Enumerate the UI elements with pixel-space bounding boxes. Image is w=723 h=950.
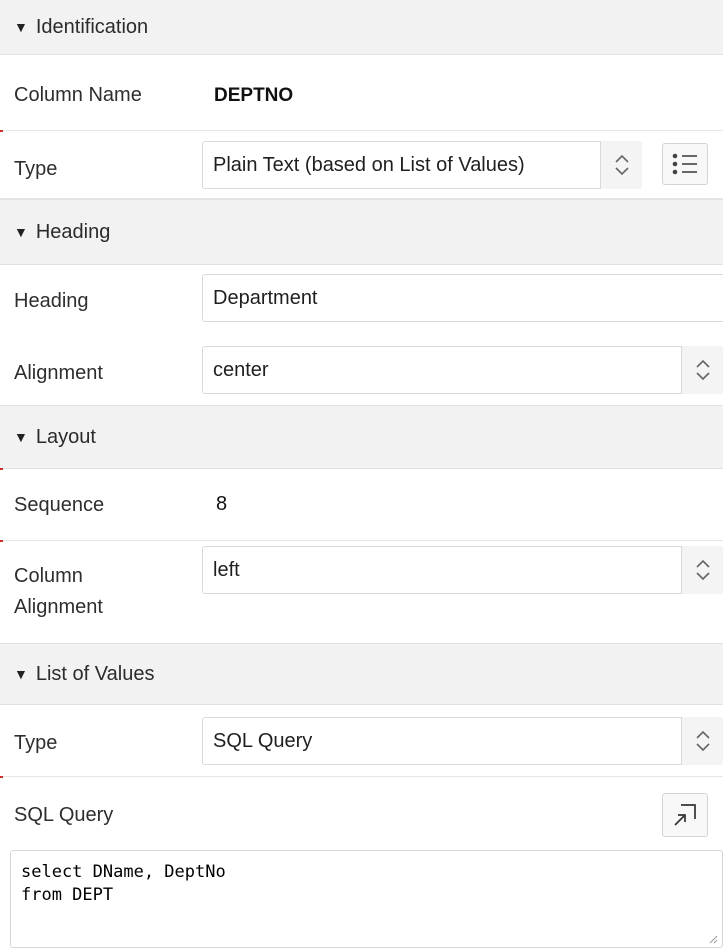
triangle-down-icon: ▼ bbox=[14, 19, 28, 35]
section-title: Identification bbox=[35, 15, 149, 38]
alignment-select-value: center bbox=[213, 358, 269, 381]
column-alignment-select[interactable]: left bbox=[202, 546, 723, 594]
section-header-heading[interactable]: ▼ Heading bbox=[0, 199, 723, 265]
section-title: Layout bbox=[35, 425, 96, 448]
type-label: Type bbox=[14, 158, 58, 180]
lov-type-select[interactable]: SQL Query bbox=[202, 717, 723, 765]
select-toggle[interactable] bbox=[681, 546, 723, 594]
column-alignment-label-line2: Alignment bbox=[14, 596, 103, 618]
row-sequence: Sequence 8 bbox=[0, 469, 723, 541]
select-toggle[interactable] bbox=[681, 346, 723, 394]
row-sql-query: SQL Query bbox=[0, 777, 723, 847]
type-select[interactable]: Plain Text (based on List of Values) bbox=[202, 141, 642, 189]
row-heading: Heading Department bbox=[0, 265, 723, 335]
expand-editor-button[interactable] bbox=[662, 793, 708, 837]
column-alignment-label-line1: Column bbox=[14, 565, 83, 587]
triangle-down-icon: ▼ bbox=[14, 429, 28, 445]
section-title: Heading bbox=[35, 220, 111, 243]
triangle-down-icon: ▼ bbox=[14, 224, 28, 240]
section-header-list-of-values[interactable]: ▼ List of Values bbox=[0, 643, 723, 705]
sql-query-editor[interactable]: select DName, DeptNo from DEPT bbox=[10, 850, 723, 948]
row-column-name: Column Name DEPTNO bbox=[0, 55, 723, 131]
column-name-label: Column Name bbox=[14, 84, 142, 106]
row-alignment: Alignment center bbox=[0, 335, 723, 405]
section-header-identification[interactable]: ▼ Identification bbox=[0, 0, 723, 55]
heading-label: Heading bbox=[14, 290, 89, 312]
expand-editor-icon bbox=[674, 804, 696, 826]
list-values-button[interactable] bbox=[662, 143, 708, 185]
column-alignment-select-value: left bbox=[213, 558, 240, 581]
sql-query-label: SQL Query bbox=[14, 804, 114, 826]
heading-input[interactable]: Department bbox=[202, 274, 723, 322]
section-header-layout[interactable]: ▼ Layout bbox=[0, 405, 723, 469]
select-toggle[interactable] bbox=[681, 717, 723, 765]
row-column-alignment: Column Alignment left bbox=[0, 541, 723, 643]
lov-type-label: Type bbox=[14, 732, 58, 754]
column-name-value: DEPTNO bbox=[214, 85, 294, 106]
lov-type-select-value: SQL Query bbox=[213, 729, 313, 752]
row-type: Type Plain Text (based on List of Values… bbox=[0, 131, 723, 199]
type-select-value: Plain Text (based on List of Values) bbox=[213, 153, 525, 176]
alignment-label: Alignment bbox=[14, 362, 103, 384]
section-title: List of Values bbox=[35, 662, 155, 685]
row-lov-type: Type SQL Query bbox=[0, 705, 723, 777]
up-down-chevron-icon bbox=[695, 559, 710, 581]
up-down-chevron-icon bbox=[695, 359, 710, 381]
alignment-select[interactable]: center bbox=[202, 346, 723, 394]
up-down-chevron-icon bbox=[695, 730, 710, 752]
up-down-chevron-icon bbox=[614, 154, 629, 176]
heading-input-value: Department bbox=[213, 286, 318, 309]
resize-grip-icon[interactable] bbox=[708, 934, 718, 944]
list-icon bbox=[672, 153, 697, 175]
triangle-down-icon: ▼ bbox=[14, 666, 28, 682]
select-toggle[interactable] bbox=[600, 141, 642, 189]
sequence-label: Sequence bbox=[14, 494, 105, 516]
sequence-value: 8 bbox=[216, 493, 228, 515]
